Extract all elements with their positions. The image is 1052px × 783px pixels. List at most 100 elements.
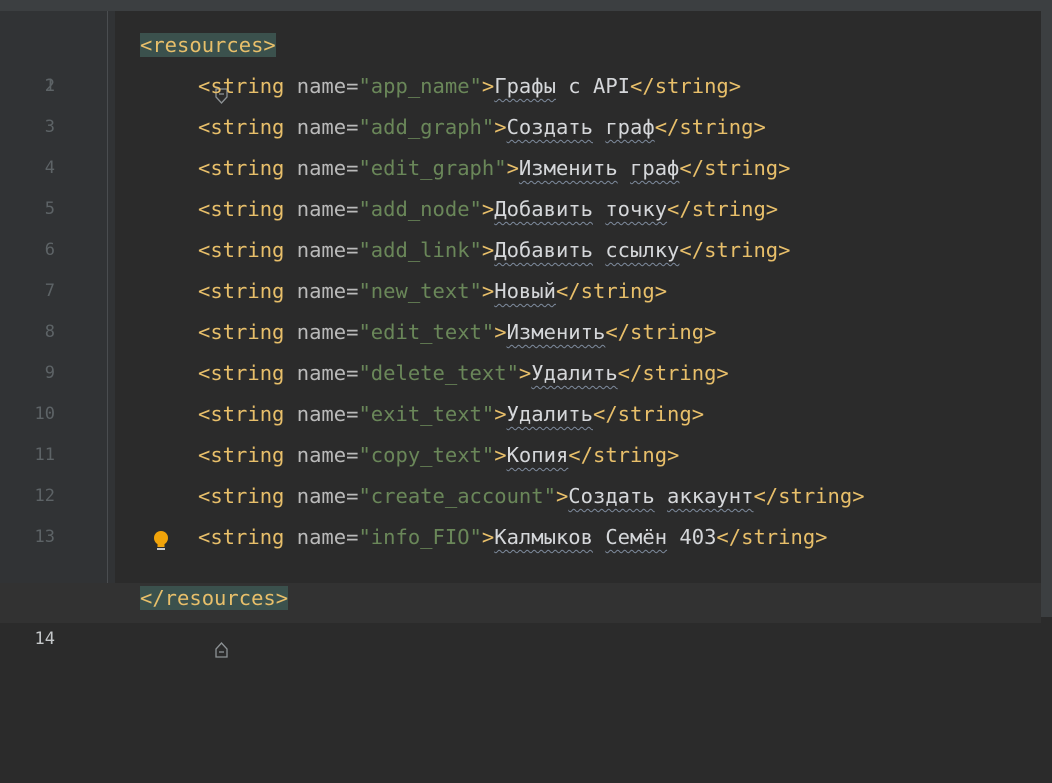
- tag-bracket: >: [494, 443, 507, 467]
- line-number: 3: [44, 117, 55, 137]
- string-value-word: ссылку: [605, 238, 680, 262]
- tag-bracket: >: [506, 156, 519, 180]
- line-number: 4: [44, 158, 55, 178]
- string-open-tag: <string: [198, 279, 285, 303]
- tag-bracket: >: [481, 525, 495, 549]
- string-open-tag: <string: [198, 238, 285, 262]
- name-attribute: name=: [296, 443, 359, 467]
- code-line-content: <string name="copy_text">Копия</string>: [198, 435, 679, 476]
- name-attribute: name=: [296, 402, 359, 426]
- code-line[interactable]: 12 <string name="create_account">Создать …: [0, 476, 1041, 517]
- code-line-content: <string name="add_link">Добавить ссылку<…: [198, 230, 790, 271]
- code-line-content: <string name="app_name">Графы с API</str…: [198, 66, 741, 107]
- string-close-tag: </string>: [630, 74, 742, 98]
- name-attribute-value: "info_FIO": [358, 525, 482, 549]
- code-line-content: <string name="add_node">Добавить точку</…: [198, 189, 778, 230]
- code-line-content: <string name="exit_text">Удалить</string…: [198, 394, 704, 435]
- lightbulb-icon[interactable]: [151, 526, 171, 550]
- string-close-tag: </string>: [716, 525, 828, 549]
- line-number: 12: [34, 486, 55, 506]
- string-value-word: граф: [630, 156, 680, 180]
- name-attribute-value: "add_link": [358, 238, 482, 262]
- code-line[interactable]: 1 <resources>: [0, 25, 1041, 104]
- string-close-tag: </string>: [654, 115, 766, 139]
- name-attribute: name=: [296, 484, 359, 508]
- string-close-tag: </string>: [555, 279, 668, 303]
- name-attribute-value: "exit_text": [358, 402, 495, 426]
- string-close-tag: </string>: [679, 156, 791, 180]
- fold-close-icon[interactable]: [115, 590, 228, 658]
- name-attribute: name=: [296, 525, 359, 549]
- string-open-tag: <string: [198, 320, 285, 344]
- line-number: 10: [34, 404, 55, 424]
- code-line[interactable]: 13 <string name="info_FIO">Калмыков Семён…: [0, 517, 1041, 558]
- code-lines-end[interactable]: 14 </resources>: [0, 578, 1041, 658]
- string-open-tag: <string: [198, 74, 285, 98]
- string-value-word: Создать: [506, 115, 593, 139]
- string-value-word: Добавить: [494, 238, 593, 262]
- code-line-content: <string name="edit_graph">Изменить граф<…: [198, 148, 790, 189]
- code-line[interactable]: 10 <string name="exit_text">Удалить</stri…: [0, 394, 1041, 435]
- string-value-word: API: [592, 74, 631, 98]
- line-number-current: 14: [34, 629, 55, 649]
- line-number: 8: [44, 322, 55, 342]
- name-attribute: name=: [296, 320, 359, 344]
- fold-open-icon[interactable]: [115, 37, 228, 104]
- code-line-content: <string name="add_graph">Создать граф</s…: [198, 107, 766, 148]
- string-open-tag: <string: [198, 402, 285, 426]
- editor-top-border: [0, 0, 1052, 11]
- string-open-tag: <string: [198, 443, 285, 467]
- code-line[interactable]: 5 <string name="add_node">Добавить точку<…: [0, 189, 1041, 230]
- string-open-tag: <string: [198, 156, 285, 180]
- string-close-tag: </string>: [679, 238, 791, 262]
- line-number: 7: [44, 281, 55, 301]
- string-open-tag: <string: [198, 361, 285, 385]
- string-value-word: Добавить: [494, 197, 593, 221]
- code-line-content: <resources>: [140, 25, 276, 66]
- tag-bracket: >: [555, 484, 569, 508]
- code-editor[interactable]: 1 <resources> 2 <string name="app_name">Г…: [0, 0, 1052, 658]
- name-attribute: name=: [296, 197, 359, 221]
- code-line[interactable]: 11 <string name="copy_text">Копия</string…: [0, 435, 1041, 476]
- code-line[interactable]: 4 <string name="edit_graph">Изменить граф…: [0, 148, 1041, 189]
- resources-close-tag[interactable]: </resources>: [140, 586, 289, 610]
- code-lines[interactable]: 1 <resources> 2 <string name="app_name">Г…: [0, 25, 1041, 558]
- string-value-word: граф: [605, 115, 655, 139]
- code-line[interactable]: 3 <string name="add_graph">Создать граф</…: [0, 107, 1041, 148]
- name-attribute: name=: [296, 156, 359, 180]
- name-attribute-value: "add_graph": [358, 115, 495, 139]
- string-open-tag: <string: [198, 525, 285, 549]
- code-line[interactable]: 8 <string name="edit_text">Изменить</stri…: [0, 312, 1041, 353]
- line-number: 2: [44, 76, 55, 96]
- name-attribute-value: "create_account": [358, 484, 556, 508]
- string-value-word: с: [568, 74, 581, 98]
- string-value-word: Изменить: [506, 320, 606, 344]
- tag-bracket: >: [481, 238, 495, 262]
- name-attribute-value: "edit_graph": [358, 156, 507, 180]
- code-line[interactable]: 14 </resources>: [0, 578, 1041, 658]
- code-line-content: <string name="delete_text">Удалить</stri…: [198, 353, 729, 394]
- name-attribute: name=: [296, 74, 359, 98]
- name-attribute: name=: [296, 279, 359, 303]
- code-line-content: </resources>: [140, 578, 289, 619]
- code-line[interactable]: 6 <string name="add_link">Добавить ссылку…: [0, 230, 1041, 271]
- string-value-word: Семён: [605, 525, 668, 549]
- line-number: 13: [34, 527, 55, 547]
- name-attribute: name=: [296, 361, 359, 385]
- string-close-tag: </string>: [667, 197, 779, 221]
- code-line-content: <string name="new_text">Новый</string>: [198, 271, 667, 312]
- string-value-word: Создать: [568, 484, 655, 508]
- name-attribute-value: "edit_text": [358, 320, 495, 344]
- string-value-word: Удалить: [506, 402, 593, 426]
- tag-bracket: >: [481, 279, 495, 303]
- name-attribute-value: "copy_text": [358, 443, 495, 467]
- name-attribute: name=: [296, 238, 359, 262]
- code-line[interactable]: 9 <string name="delete_text">Удалить</str…: [0, 353, 1041, 394]
- string-close-tag: </string>: [753, 484, 865, 508]
- code-line[interactable]: 7 <string name="new_text">Новый</string>: [0, 271, 1041, 312]
- code-line-content: <string name="edit_text">Изменить</strin…: [198, 312, 716, 353]
- code-line-content: <string name="info_FIO">Калмыков Семён 4…: [198, 517, 828, 558]
- code-line[interactable]: 2 <string name="app_name">Графы с API</st…: [0, 66, 1041, 107]
- resources-open-tag[interactable]: <resources>: [140, 33, 276, 57]
- name-attribute: name=: [296, 115, 359, 139]
